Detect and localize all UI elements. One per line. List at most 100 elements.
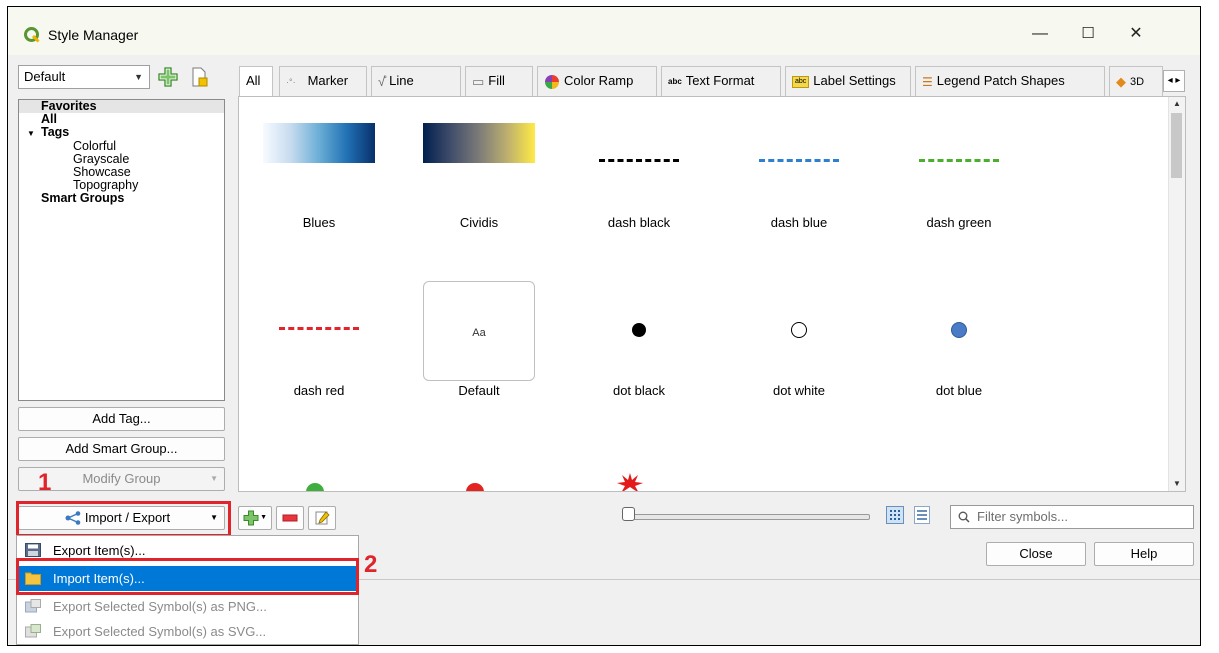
symbol-item-dash-green[interactable]: dash green — [889, 123, 1029, 233]
minimize-button[interactable]: — — [1018, 19, 1062, 49]
vertical-scrollbar[interactable]: ▲ ▼ — [1168, 97, 1185, 491]
help-button[interactable]: Help — [1094, 542, 1194, 566]
group-tree[interactable]: Favorites All ▼ Tags Colorful Grayscale S… — [18, 99, 225, 401]
screenshot-frame: Style Manager — ☐ ✕ Default ▼ Favorites … — [7, 6, 1201, 646]
icon-size-slider-track[interactable] — [623, 514, 870, 520]
edit-item-button[interactable] — [308, 506, 336, 530]
title-bar: Style Manager — ☐ ✕ — [8, 7, 1200, 55]
tree-item-label: Favorites — [41, 99, 97, 113]
chevron-down-icon: ▼ — [134, 72, 143, 82]
dash-line-preview — [279, 327, 359, 330]
filter-symbols-input[interactable]: Filter symbols... — [950, 505, 1194, 529]
symbol-label: dash blue — [770, 215, 828, 230]
symbol-item-default[interactable]: Aa Default — [409, 281, 549, 401]
star-burst-icon[interactable] — [617, 473, 643, 492]
annotation-box-import-export — [16, 501, 231, 537]
symbol-label: Cividis — [459, 215, 499, 230]
symbol-item-partial-red[interactable] — [466, 483, 484, 491]
dot-preview — [632, 323, 646, 337]
export-png-icon — [25, 599, 41, 613]
list-view-icon[interactable] — [914, 506, 930, 524]
symbol-label: dash black — [607, 215, 671, 230]
tab-marker[interactable]: ·°· Marker — [279, 66, 367, 96]
menu-item-export-svg: Export Selected Symbol(s) as SVG... — [17, 619, 358, 644]
menu-item-export-png: Export Selected Symbol(s) as PNG... — [17, 594, 358, 619]
icon-size-slider-handle[interactable] — [622, 507, 635, 521]
tree-item-smart-groups[interactable]: Smart Groups — [19, 192, 224, 205]
tab-line[interactable]: √̊ Line — [371, 66, 461, 96]
filter-placeholder: Filter symbols... — [977, 509, 1069, 524]
symbol-label: dot blue — [935, 383, 983, 398]
add-item-button[interactable]: ▼ — [238, 506, 272, 530]
tree-item-tags[interactable]: ▼ Tags — [19, 126, 224, 140]
remove-item-button[interactable] — [276, 506, 304, 530]
symbol-label: Blues — [302, 215, 336, 230]
symbol-label: Default — [458, 383, 500, 398]
tab-text-format[interactable]: abc Text Format — [661, 66, 781, 96]
tab-all[interactable]: All — [239, 66, 273, 97]
save-icon — [25, 543, 41, 557]
annotation-box-import-items — [16, 558, 359, 595]
tab-label: Fill — [488, 73, 505, 88]
text-format-preview: Aa — [472, 327, 486, 339]
scroll-up-icon[interactable]: ▲ — [1169, 97, 1185, 111]
dash-line-preview — [919, 159, 999, 162]
symbol-item-blues[interactable]: Blues — [249, 123, 389, 233]
tab-fill[interactable]: ▭ Fill — [465, 66, 533, 96]
cividis-ramp-preview — [423, 123, 535, 163]
tab-3d[interactable]: ◆ 3D — [1109, 66, 1163, 96]
symbol-item-dash-blue[interactable]: dash blue — [729, 123, 869, 233]
symbol-item-dash-red[interactable]: dash red — [249, 291, 389, 401]
menu-item-label: Export Selected Symbol(s) as PNG... — [53, 599, 267, 614]
symbol-item-dot-white[interactable]: dot white — [729, 291, 869, 401]
export-svg-icon — [25, 624, 41, 638]
chevron-down-icon: ▼ — [260, 514, 267, 521]
library-select-value: Default — [24, 69, 66, 84]
search-icon — [958, 511, 970, 523]
symbol-item-dot-black[interactable]: dot black — [569, 291, 709, 401]
add-tag-button[interactable]: Add Tag... — [18, 407, 225, 431]
symbol-item-dot-blue[interactable]: dot blue — [889, 291, 1029, 401]
text-format-icon: abc — [668, 76, 682, 86]
symbol-item-dash-black[interactable]: dash black — [569, 123, 709, 233]
tree-item-label: All — [41, 112, 57, 126]
close-button[interactable]: Close — [986, 542, 1086, 566]
tab-label: Legend Patch Shapes — [936, 73, 1065, 88]
tab-label: 3D — [1130, 76, 1145, 88]
scroll-thumb[interactable] — [1171, 113, 1182, 178]
new-library-file-icon[interactable] — [188, 66, 210, 88]
symbol-label: dot white — [772, 383, 826, 398]
tab-label: Color Ramp — [564, 73, 634, 88]
tab-scroll-arrows[interactable]: ◂ ▸ — [1163, 70, 1185, 92]
pencil-icon — [315, 511, 330, 525]
symbol-item-partial-green[interactable] — [306, 483, 324, 491]
add-library-icon[interactable] — [157, 66, 179, 88]
tab-label: All — [246, 73, 261, 88]
green-plus-icon — [243, 510, 259, 526]
tab-label: Text Format — [685, 73, 755, 88]
maximize-button[interactable]: ☐ — [1066, 19, 1110, 49]
symbol-list-view[interactable]: Blues Cividis dash black dash blue dash … — [238, 96, 1186, 492]
color-ramp-icon — [545, 74, 559, 89]
tab-label: Marker — [307, 73, 349, 88]
dot-preview — [951, 322, 967, 338]
window-title: Style Manager — [48, 27, 139, 43]
tree-item-label: Tags — [41, 125, 70, 139]
line-icon: √̊ — [378, 73, 386, 89]
add-smart-group-button[interactable]: Add Smart Group... — [18, 437, 225, 461]
tab-label-settings[interactable]: abc Label Settings — [785, 66, 911, 96]
chevron-left-icon: ◂ — [1167, 75, 1173, 86]
symbol-label: dot black — [612, 383, 666, 398]
caret-down-icon: ▼ — [27, 129, 35, 138]
tab-color-ramp[interactable]: Color Ramp — [537, 66, 657, 96]
tab-legend-patch-shapes[interactable]: ☰ Legend Patch Shapes — [915, 66, 1105, 96]
library-select[interactable]: Default ▼ — [18, 65, 150, 89]
icon-view-icon[interactable] — [886, 506, 904, 524]
close-window-button[interactable]: ✕ — [1114, 19, 1158, 49]
dot-preview — [791, 322, 807, 338]
symbol-label: dash green — [926, 215, 992, 230]
3d-cube-icon: ◆ — [1116, 73, 1126, 89]
scroll-down-icon[interactable]: ▼ — [1169, 477, 1185, 491]
symbol-item-cividis[interactable]: Cividis — [409, 123, 549, 233]
qgis-logo-icon — [24, 27, 40, 43]
